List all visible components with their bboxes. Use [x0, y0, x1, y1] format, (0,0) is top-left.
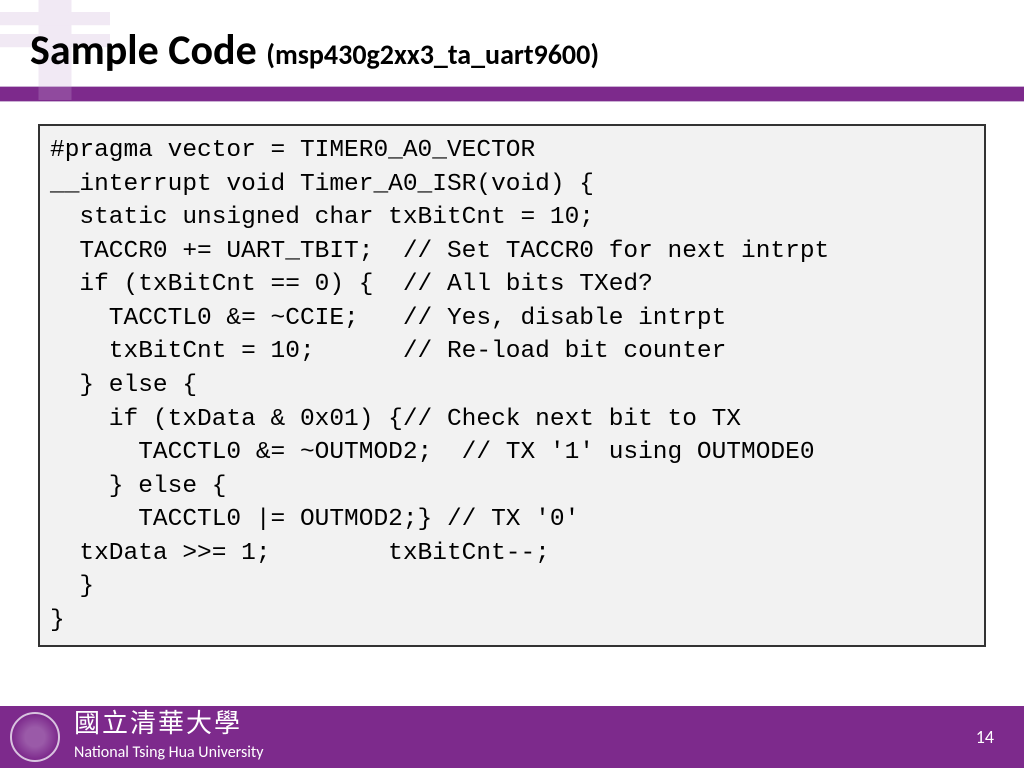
slide-title: Sample Code (msp430g2xx3_ta_uart9600) — [0, 0, 1024, 86]
code-content: #pragma vector = TIMER0_A0_VECTOR __inte… — [50, 134, 974, 637]
page-number: 14 — [976, 726, 994, 748]
university-name-en: National Tsing Hua University — [74, 743, 264, 762]
title-sub-text: (msp430g2xx3_ta_uart9600) — [266, 37, 599, 72]
university-seal-icon — [10, 712, 60, 762]
title-divider — [0, 86, 1024, 102]
slide-footer: 國立清華大學 National Tsing Hua University 14 — [0, 706, 1024, 768]
code-block: #pragma vector = TIMER0_A0_VECTOR __inte… — [38, 124, 986, 647]
university-name-cn: 國立清華大學 — [74, 703, 242, 740]
title-main-text: Sample Code — [30, 25, 266, 76]
